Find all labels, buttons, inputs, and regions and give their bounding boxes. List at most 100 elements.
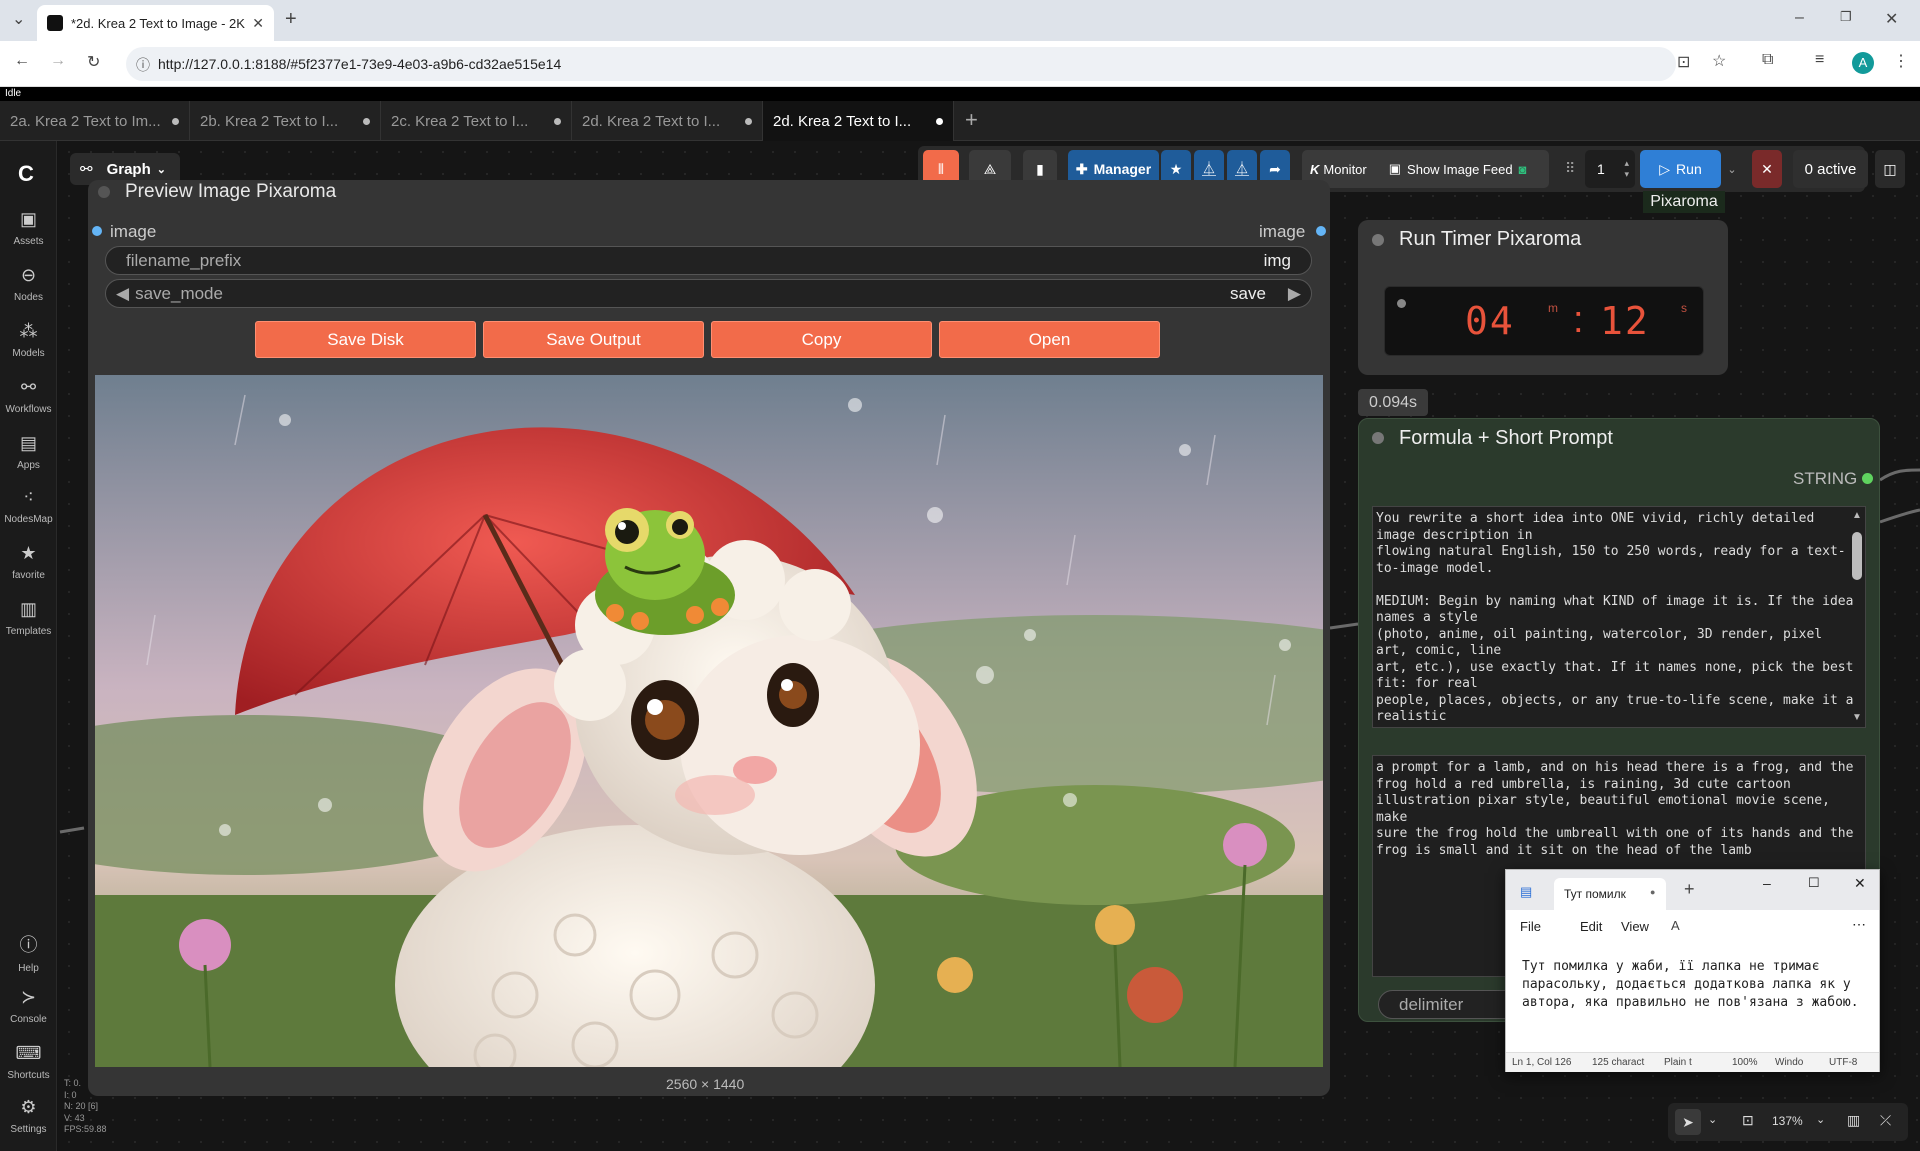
node-collapse-dot-icon[interactable]	[98, 186, 110, 198]
chevron-down-icon[interactable]: ⌄	[1708, 1113, 1717, 1126]
maximize-icon[interactable]: ☐	[1808, 875, 1820, 891]
widget-value: img	[1263, 250, 1291, 270]
pointer-icon[interactable]: ➤	[1675, 1109, 1701, 1135]
output-slot-label: STRING	[1793, 469, 1858, 488]
generated-image-preview[interactable]	[95, 375, 1323, 1067]
char-count: 125 charact	[1592, 1057, 1645, 1068]
widget-label: save_mode	[135, 283, 223, 303]
node-title: Preview Image Pixaroma	[125, 181, 337, 202]
more-options-icon[interactable]: ⋯	[1852, 916, 1866, 933]
stat-line: I: 0	[64, 1089, 77, 1100]
monitor-k-icon: K	[1310, 161, 1320, 177]
minimize-icon[interactable]: –	[1763, 875, 1771, 891]
copy-button[interactable]: Copy	[711, 321, 932, 358]
active-queue-button[interactable]: 0 active	[1793, 150, 1868, 188]
zoom-level: 100%	[1732, 1057, 1758, 1068]
arrow-right-icon[interactable]: ▶	[1288, 284, 1301, 304]
node-title: Run Timer Pixaroma	[1399, 228, 1582, 250]
scroll-thumb[interactable]	[1852, 532, 1862, 580]
stat-line: T: 0.	[64, 1078, 82, 1088]
text-format-icon[interactable]: A	[1671, 918, 1680, 933]
pixaroma-tag: Pixaroma	[1643, 191, 1725, 213]
canvas-controls: ➤ ⌄ ⊡ 137% ⌄ ▥ ⤫	[1668, 1103, 1908, 1141]
timer-status-dot-icon	[1397, 299, 1406, 308]
timer-seconds-unit: s	[1681, 301, 1687, 315]
unsaved-dot-icon: ●	[1650, 887, 1656, 897]
stepper-icon[interactable]: ▴ ▾	[1624, 158, 1629, 180]
node-collapse-dot-icon[interactable]	[1372, 234, 1384, 246]
filename-prefix-widget[interactable]: filename_prefix img	[105, 246, 1312, 275]
notepad-text-area[interactable]: Тут помилка у жаби, її лапка не тримає п…	[1506, 944, 1879, 1052]
scroll-down-icon[interactable]: ▼	[1852, 712, 1862, 723]
timer-display: 04 m : 12 s	[1384, 286, 1704, 356]
input-slot-label: image	[110, 222, 157, 241]
notepad-app-icon: ▤	[1520, 884, 1533, 899]
show-image-feed-button[interactable]: Show Image Feed	[1407, 162, 1513, 177]
image-feed-icon: ▣	[1388, 161, 1402, 176]
batch-count-input[interactable]: 1 ▴ ▾	[1585, 150, 1635, 188]
save-output-button[interactable]: Save Output	[483, 321, 704, 358]
render-stats: T: 0. I: 0 N: 20 [6] V: 43 FPS:59.88	[64, 1078, 107, 1136]
lamb-frog-umbrella-image	[95, 375, 1323, 1067]
scroll-up-icon[interactable]: ▲	[1852, 510, 1862, 521]
menu-file[interactable]: File	[1520, 919, 1541, 934]
node-collapse-dot-icon[interactable]	[1372, 432, 1384, 444]
chevron-down-icon[interactable]: ⌄	[1816, 1113, 1825, 1126]
notepad-tab[interactable]: Тут помилк ●	[1554, 878, 1666, 910]
close-icon[interactable]: ✕	[1854, 875, 1866, 892]
stat-line: FPS:59.88	[64, 1124, 107, 1134]
line-endings: Windo	[1775, 1057, 1804, 1068]
monitor-button[interactable]: Monitor	[1323, 162, 1366, 177]
graph-icon: ⚯	[80, 161, 93, 178]
run-button[interactable]: ▷ Run	[1640, 150, 1721, 188]
play-icon: ▷	[1659, 160, 1671, 177]
run-label: Run	[1676, 161, 1702, 177]
drag-handle-icon[interactable]: ⠿	[1565, 160, 1575, 177]
timer-minutes: 04	[1465, 299, 1515, 343]
widget-label: filename_prefix	[126, 250, 242, 270]
stat-line: N: 20 [6]	[64, 1101, 99, 1111]
node-title: Formula + Short Prompt	[1399, 427, 1613, 449]
minimap-icon[interactable]: ▥	[1847, 1112, 1860, 1129]
notepad-statusbar: Ln 1, Col 126 125 charact Plain t 100% W…	[1506, 1052, 1879, 1072]
active-queue-label: 0 active	[1804, 160, 1857, 178]
menu-edit[interactable]: Edit	[1580, 919, 1602, 934]
new-tab-icon[interactable]: +	[1684, 879, 1695, 900]
puzzle-icon: ✚	[1075, 160, 1088, 177]
execution-time-badge: 0.094s	[1358, 389, 1428, 416]
cancel-run-icon[interactable]: ✕	[1752, 150, 1782, 188]
input-slot-dot-icon[interactable]	[92, 226, 102, 236]
feed-toggle-icon[interactable]: ◙	[1519, 162, 1527, 177]
file-type: Plain t	[1664, 1057, 1692, 1068]
formula-textarea[interactable]: You rewrite a short idea into ONE vivid,…	[1372, 506, 1866, 728]
save-mode-widget[interactable]: ◀ save_mode save ▶	[105, 279, 1312, 308]
stat-line: V: 43	[64, 1112, 85, 1123]
graph-label: Graph	[106, 160, 151, 178]
notepad-tab-title: Тут помилк	[1564, 887, 1626, 901]
encoding: UTF-8	[1829, 1057, 1858, 1068]
open-button[interactable]: Open	[939, 321, 1160, 358]
output-slot-label: image	[1259, 222, 1306, 241]
notepad-window[interactable]: ▤ Тут помилк ● + – ☐ ✕ File Edit View A …	[1505, 869, 1880, 1072]
run-options-chevron-icon[interactable]: ⌄	[1722, 150, 1742, 188]
timer-minutes-unit: m	[1548, 301, 1558, 315]
output-slot-dot-icon[interactable]	[1316, 226, 1326, 236]
hide-links-icon[interactable]: ⤫	[1880, 1112, 1891, 1129]
cursor-position: Ln 1, Col 126	[1512, 1057, 1572, 1068]
menu-view[interactable]: View	[1621, 919, 1649, 934]
timer-separator: :	[1573, 299, 1584, 341]
batch-count-value: 1	[1597, 161, 1605, 177]
widget-value: save	[1230, 283, 1266, 303]
image-dimensions: 2560 × 1440	[666, 1076, 745, 1092]
fit-view-icon[interactable]: ⊡	[1742, 1112, 1754, 1129]
monitor-group: K Monitor ▣ Show Image Feed ◙	[1302, 150, 1549, 188]
chevron-down-icon: ⌄	[156, 163, 166, 176]
manager-label: Manager	[1093, 161, 1152, 177]
zoom-value[interactable]: 137%	[1772, 1114, 1803, 1128]
toggle-panel-icon[interactable]: ◫	[1875, 150, 1905, 188]
scrollbar[interactable]: ▲ ▼	[1849, 508, 1865, 726]
arrow-left-icon[interactable]: ◀	[116, 284, 129, 304]
save-disk-button[interactable]: Save Disk	[255, 321, 476, 358]
notepad-menubar: File Edit View A ⋯	[1506, 910, 1879, 944]
output-slot-dot-icon[interactable]	[1862, 473, 1873, 484]
